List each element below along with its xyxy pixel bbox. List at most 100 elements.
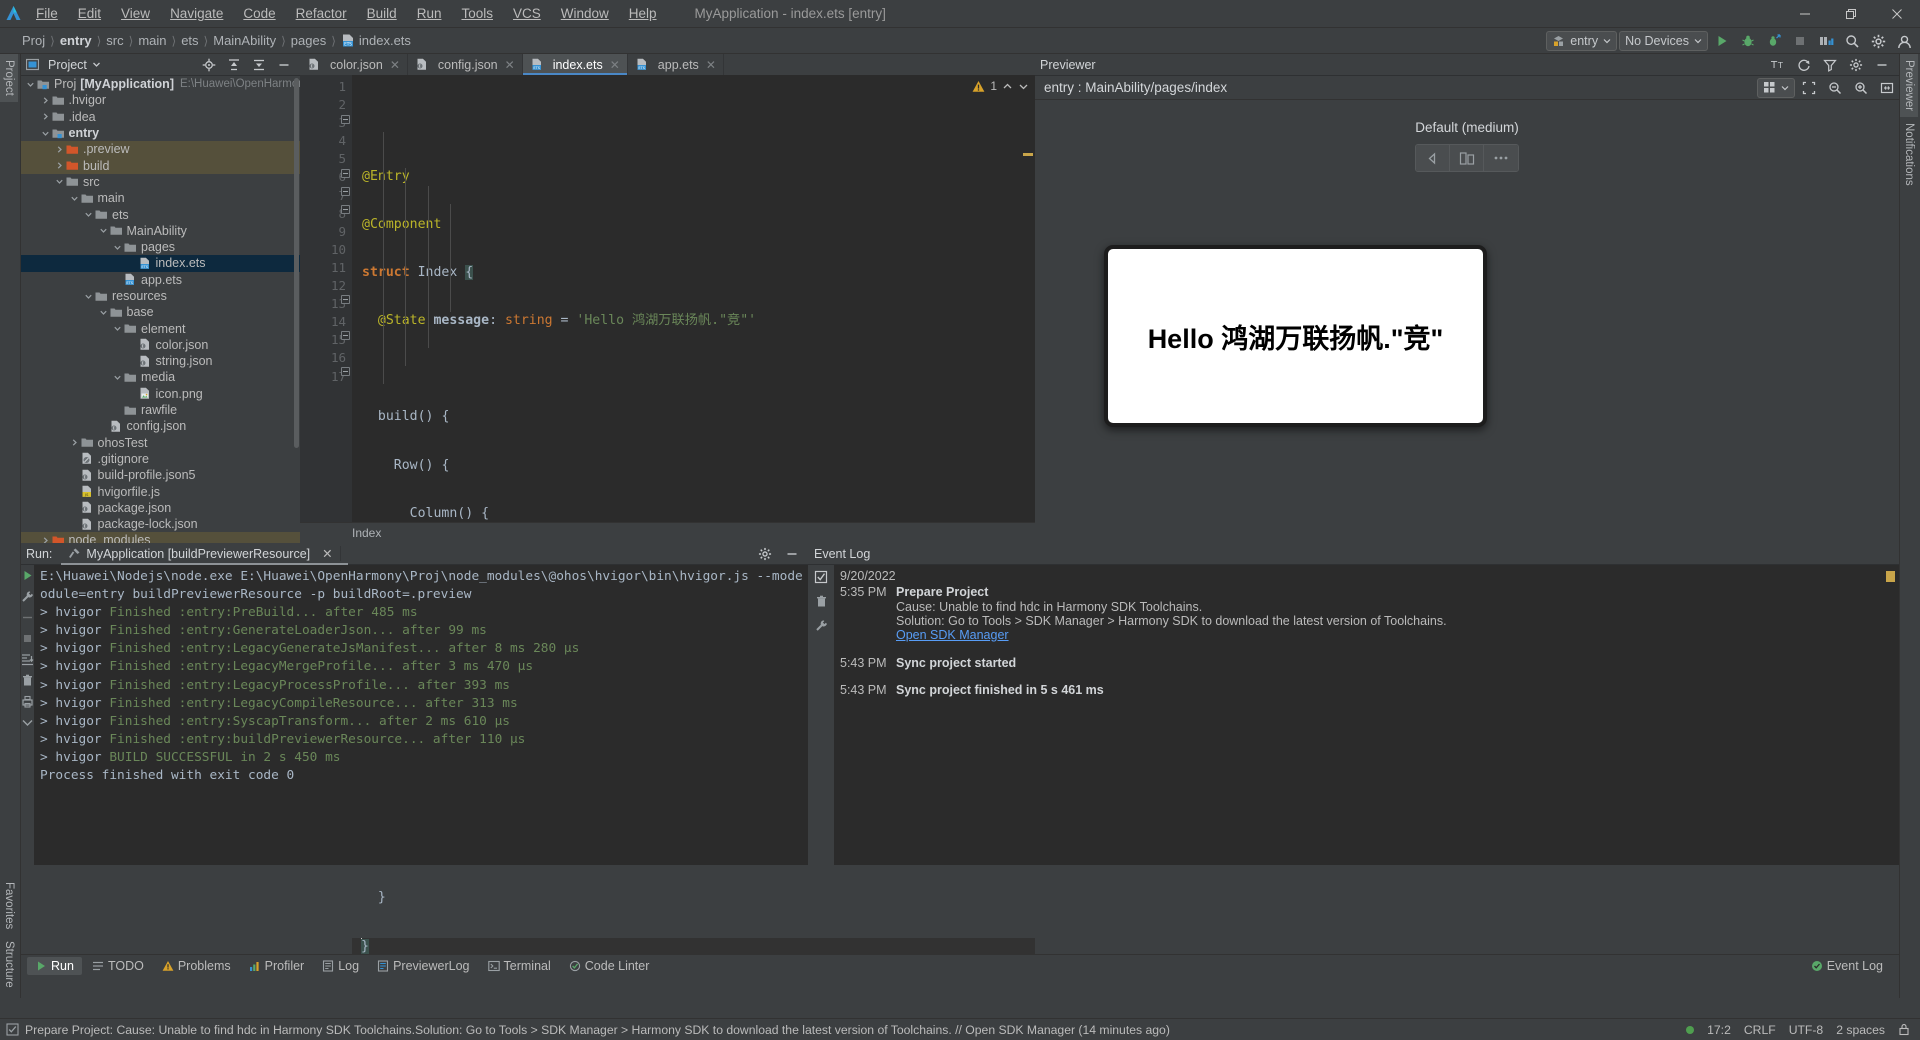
close-icon[interactable]: ✕ [706,58,716,72]
tree-row-element[interactable]: element [21,320,300,336]
status-bar-line-ending[interactable]: CRLF [1744,1023,1776,1037]
event-log-entry-link[interactable]: Open SDK Manager [896,628,1009,642]
tree-row-hvigorfile-js[interactable]: JS hvigorfile.js [21,483,300,499]
rail-tab-structure[interactable]: Structure [0,935,18,994]
tree-row-resources[interactable]: resources [21,288,300,304]
menu-build[interactable]: Build [357,3,407,24]
chevron-down-icon[interactable] [112,324,123,333]
tree-row-ets[interactable]: ets [21,206,300,222]
chevron-up-icon[interactable] [1002,81,1013,92]
menu-run[interactable]: Run [407,3,452,24]
status-bar-encoding[interactable]: UTF-8 [1789,1023,1824,1037]
tree-row-pages[interactable]: pages [21,239,300,255]
bottom-tab-previewerlog[interactable]: PreviewerLog [369,957,477,975]
project-tree-scrollbar[interactable] [294,78,299,448]
chevron-down-icon[interactable] [112,373,123,382]
close-icon[interactable] [1874,0,1920,28]
previewer-grid-select[interactable] [1757,77,1795,98]
tree-row-app-ets[interactable]: ETS app.ets [21,272,300,288]
chevron-right-icon[interactable] [69,438,80,447]
menu-tools[interactable]: Tools [451,3,503,24]
filter-icon[interactable] [1818,53,1842,77]
tree-row-package-json[interactable]: package.json [21,500,300,516]
refresh-icon[interactable] [1792,53,1816,77]
chevron-right-icon[interactable] [40,112,51,121]
breadcrumb-pages[interactable]: pages [291,33,326,48]
project-tree[interactable]: Proj[MyApplication] E:\Huawei\OpenHarmony… [21,76,300,543]
chevron-right-icon[interactable] [40,536,51,543]
locate-icon[interactable] [197,53,221,77]
run-icon[interactable] [1710,29,1734,53]
previewer-device-frame[interactable]: Hello 鸿湖万联扬帆."竞" [1104,245,1487,427]
scroll-to-end-icon[interactable] [21,653,34,666]
trash-icon[interactable] [815,595,828,608]
rail-tab-favorites[interactable]: Favorites [0,876,18,935]
bottom-tab-event-log[interactable]: Event Log [1803,957,1891,975]
rerun-icon[interactable] [21,569,34,582]
device-select[interactable]: No Devices [1619,31,1708,51]
event-log-entry[interactable]: 5:35 PM Prepare Project [840,585,1899,599]
tree-row-index-ets[interactable]: ETS index.ets [21,255,300,272]
tree-row-rawfile[interactable]: rawfile [21,402,300,418]
fold-marker[interactable] [341,205,350,214]
zoom-in-icon[interactable] [1849,76,1873,100]
menu-vcs[interactable]: VCS [503,3,551,24]
tree-row-entry[interactable]: entry [21,125,300,141]
menu-refactor[interactable]: Refactor [286,3,357,24]
chevron-down-icon[interactable] [112,243,123,252]
chevron-down-icon[interactable] [98,308,109,317]
menu-file[interactable]: File [26,3,68,24]
bottom-tab-code-linter[interactable]: Code Linter [561,957,658,975]
run-config-select[interactable]: entry [1546,31,1618,51]
breadcrumb-entry[interactable]: entry [60,33,92,48]
expand-all-icon[interactable] [222,53,246,77]
editor-code[interactable]: @Entry @Component struct Index { @State … [352,78,1035,956]
tree-row--hvigor[interactable]: .hvigor [21,92,300,108]
bottom-tab-problems[interactable]: Problems [154,957,239,975]
trash-icon[interactable] [21,674,34,687]
collapse-all-icon[interactable] [247,53,271,77]
run-console-output[interactable]: E:\Huawei\Nodejs\node.exe E:\Huawei\Open… [34,565,895,865]
bottom-tab-todo[interactable]: TODO [84,957,152,975]
rail-tab-previewer[interactable]: Previewer [1900,54,1918,118]
print-icon[interactable] [21,695,34,708]
editor-warning-marker[interactable] [1023,153,1033,156]
editor-tab-config-json[interactable]: config.json ✕ [408,54,523,75]
tree-row-main[interactable]: main [21,190,300,206]
breadcrumb-proj[interactable]: Proj [22,33,45,48]
tree-row--preview[interactable]: .preview [21,141,300,158]
close-icon[interactable]: ✕ [505,58,515,72]
more-icon[interactable] [1484,145,1518,171]
chevron-down-icon[interactable] [83,210,94,219]
close-icon[interactable]: ✕ [610,58,620,72]
event-log-entry[interactable]: 5:43 PM Sync project finished in 5 s 461 … [840,683,1899,697]
gear-icon[interactable] [1866,29,1890,53]
hide-icon[interactable] [1870,53,1894,77]
fold-marker[interactable] [341,295,350,304]
breadcrumb-ets[interactable]: ets [181,33,198,48]
tree-row-base[interactable]: base [21,304,300,320]
tt-icon[interactable]: TT [1766,53,1790,77]
status-bar-position[interactable]: 17:2 [1707,1023,1731,1037]
tree-row--gitignore[interactable]: .gitignore [21,451,300,467]
chevron-down-icon[interactable] [69,194,80,203]
tree-row-color-json[interactable]: color.json [21,337,300,353]
gear-icon[interactable] [753,542,777,566]
profile-icon[interactable] [1762,29,1786,53]
tree-row-node-modules[interactable]: node_modules [21,532,300,543]
bottom-tab-run[interactable]: Run [27,956,82,975]
fold-marker[interactable] [341,115,350,124]
tree-row-ohostest[interactable]: ohosTest [21,435,300,451]
frame-icon[interactable] [1797,76,1821,100]
menu-navigate[interactable]: Navigate [160,3,233,24]
close-icon[interactable]: ✕ [390,58,400,72]
chevron-right-icon[interactable] [54,145,65,154]
tree-row-src[interactable]: src [21,174,300,190]
event-log-entry[interactable]: 5:43 PM Sync project started [840,656,1899,670]
bottom-tab-profiler[interactable]: Profiler [241,957,313,975]
chevron-right-icon[interactable] [54,161,65,170]
chevron-down-icon[interactable] [25,80,36,89]
rotate-icon[interactable] [1416,145,1450,171]
tree-row-string-json[interactable]: string.json [21,353,300,369]
expand-icon[interactable] [21,716,34,729]
